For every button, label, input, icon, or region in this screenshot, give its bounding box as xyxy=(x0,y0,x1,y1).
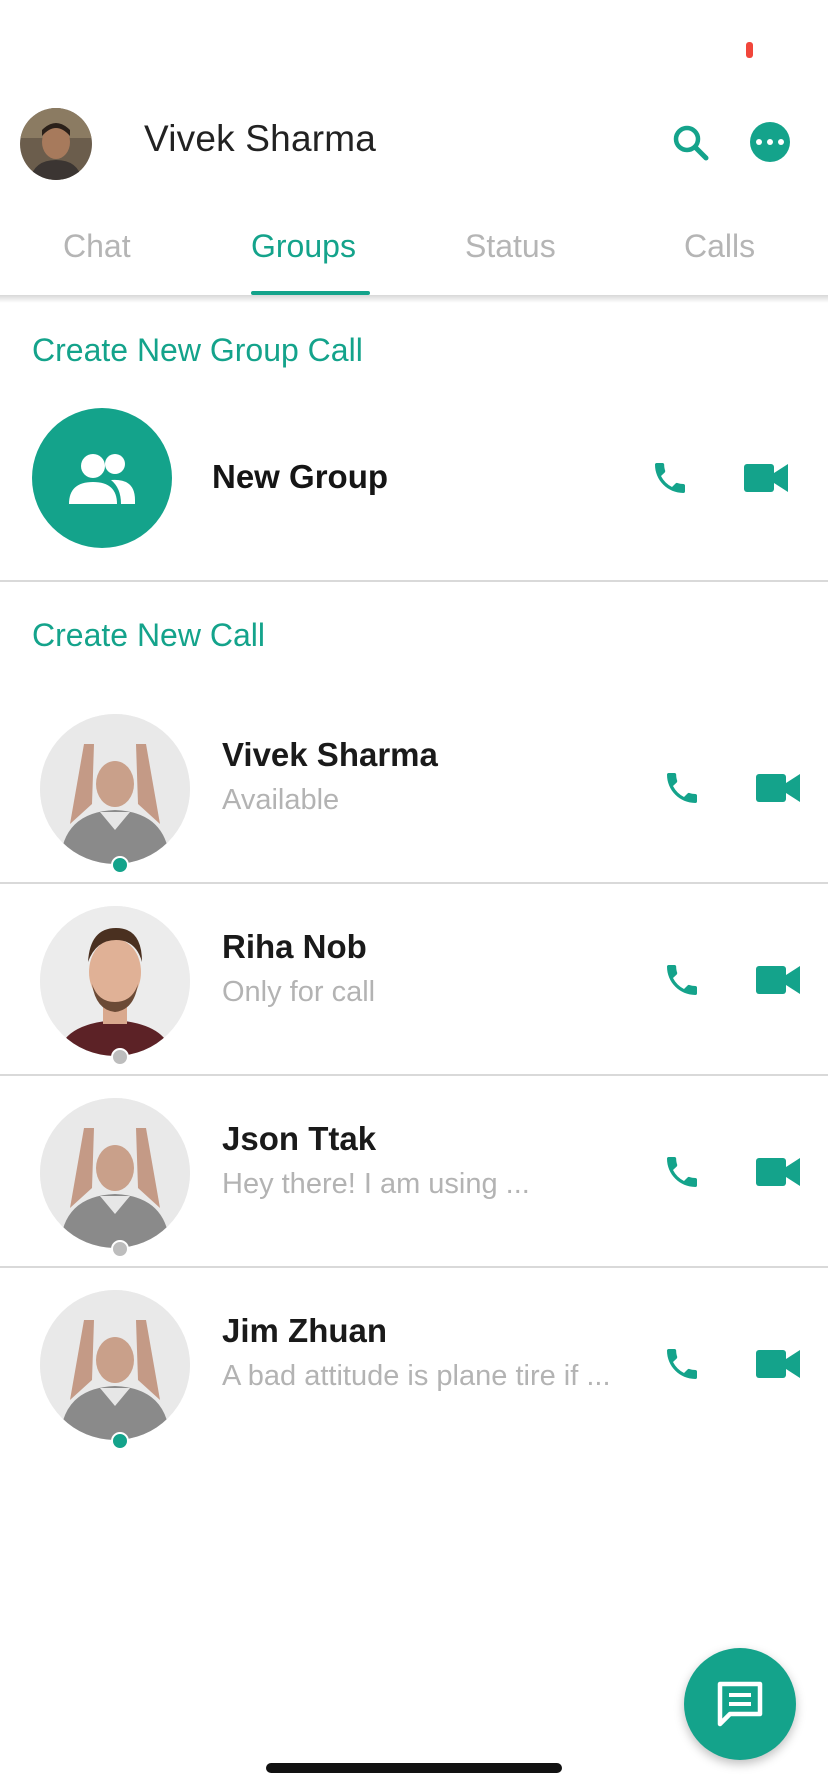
new-group-label: New Group xyxy=(212,458,389,495)
contact-avatar-image xyxy=(40,1290,190,1440)
video-call-button[interactable] xyxy=(752,1150,804,1194)
tab-chat[interactable]: Chat xyxy=(63,228,131,265)
new-group-row[interactable]: New Group xyxy=(0,398,828,558)
contact-avatar-image xyxy=(40,714,190,864)
contact-avatar-image xyxy=(40,1098,190,1248)
phone-icon xyxy=(667,1349,697,1379)
new-group-avatar xyxy=(32,408,172,548)
contact-avatar xyxy=(40,906,190,1056)
battery-indicator xyxy=(746,42,753,58)
contact-row[interactable]: Json Ttak Hey there! I am using ... xyxy=(0,1076,828,1268)
voice-call-button[interactable] xyxy=(660,766,704,810)
online-status-dot xyxy=(111,1432,129,1450)
divider xyxy=(0,580,828,582)
contact-avatar xyxy=(40,1290,190,1440)
contact-status: Hey there! I am using ... xyxy=(222,1168,530,1200)
section-title-group-call: Create New Group Call xyxy=(32,332,363,368)
group-icon xyxy=(69,454,135,504)
message-icon xyxy=(717,1681,763,1727)
tab-status[interactable]: Status xyxy=(465,228,556,265)
contact-name: Json Ttak xyxy=(222,1120,377,1157)
group-voice-call-button[interactable] xyxy=(648,456,692,500)
status-bar xyxy=(0,0,828,90)
voice-call-button[interactable] xyxy=(660,1342,704,1386)
section-title-new-call: Create New Call xyxy=(32,617,265,653)
more-horizontal-icon xyxy=(756,139,762,145)
contact-status: Available xyxy=(222,784,340,816)
voice-call-button[interactable] xyxy=(660,958,704,1002)
contact-row[interactable]: Riha Nob Only for call xyxy=(0,884,828,1076)
tab-bar: Chat Groups Status Calls xyxy=(0,220,828,296)
tab-bar-shadow xyxy=(0,295,828,303)
tab-groups[interactable]: Groups xyxy=(251,228,356,265)
more-options-button[interactable] xyxy=(750,122,790,162)
home-indicator[interactable] xyxy=(266,1763,562,1773)
offline-status-dot xyxy=(111,1240,129,1258)
contact-row[interactable]: Vivek Sharma Available xyxy=(0,692,828,884)
profile-avatar[interactable] xyxy=(20,108,92,180)
contact-row[interactable]: Jim Zhuan A bad attitude is plane tire i… xyxy=(0,1268,828,1460)
contact-name: Riha Nob xyxy=(222,928,367,965)
offline-status-dot xyxy=(111,1048,129,1066)
phone-icon xyxy=(655,463,685,493)
voice-call-button[interactable] xyxy=(660,1150,704,1194)
profile-avatar-image xyxy=(20,108,92,180)
tab-calls[interactable]: Calls xyxy=(684,228,755,265)
video-call-button[interactable] xyxy=(752,958,804,1002)
phone-icon xyxy=(667,965,697,995)
contact-avatar-image xyxy=(40,906,190,1056)
video-camera-icon xyxy=(756,1350,800,1378)
user-name-title: Vivek Sharma xyxy=(144,118,377,159)
phone-icon xyxy=(667,1157,697,1187)
video-camera-icon xyxy=(756,966,800,994)
search-icon xyxy=(673,125,709,161)
online-status-dot xyxy=(111,856,129,874)
video-call-button[interactable] xyxy=(752,1342,804,1386)
contact-avatar xyxy=(40,714,190,864)
new-message-fab[interactable] xyxy=(684,1648,796,1760)
search-button[interactable] xyxy=(668,120,714,166)
video-call-button[interactable] xyxy=(752,766,804,810)
video-camera-icon xyxy=(756,774,800,802)
video-camera-icon xyxy=(744,464,788,492)
contact-avatar xyxy=(40,1098,190,1248)
phone-icon xyxy=(667,773,697,803)
contact-name: Vivek Sharma xyxy=(222,736,438,773)
video-camera-icon xyxy=(756,1158,800,1186)
contact-name: Jim Zhuan xyxy=(222,1312,388,1349)
contact-status: Only for call xyxy=(222,976,376,1008)
group-video-call-button[interactable] xyxy=(740,456,792,500)
app-header: Vivek Sharma xyxy=(0,100,828,190)
contact-status: A bad attitude is plane tire if ... xyxy=(222,1360,611,1392)
